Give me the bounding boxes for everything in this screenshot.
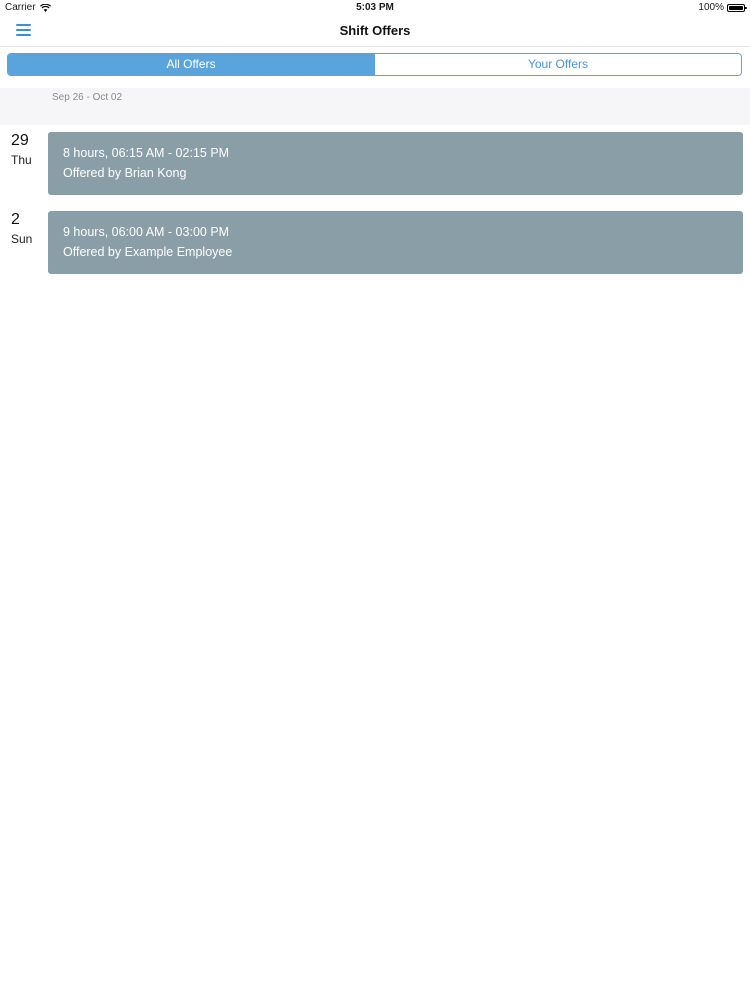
shift-offered-by: Offered by Example Employee <box>63 245 233 259</box>
day-number: 2 <box>11 211 20 228</box>
shift-row: 2 Sun 9 hours, 06:00 AM - 03:00 PM Offer… <box>0 211 750 275</box>
battery-icon <box>727 3 747 12</box>
shift-hours: 8 hours, 06:15 AM - 02:15 PM <box>63 146 230 160</box>
shift-row: 29 Thu 8 hours, 06:15 AM - 02:15 PM Offe… <box>0 132 750 196</box>
shift-offer-card[interactable]: 8 hours, 06:15 AM - 02:15 PM Offered by … <box>48 132 743 195</box>
day-name: Thu <box>11 153 32 167</box>
tab-all-offers[interactable]: All Offers <box>8 54 374 75</box>
status-bar: Carrier 5:03 PM 100% <box>0 0 750 15</box>
nav-bar: Shift Offers <box>0 15 750 47</box>
day-number: 29 <box>11 132 29 149</box>
day-column: 29 Thu <box>11 132 47 167</box>
offers-segmented-control: All Offers Your Offers <box>7 53 742 76</box>
status-right: 100% <box>698 0 747 15</box>
page-title: Shift Offers <box>339 23 411 38</box>
week-header: Sep 26 - Oct 02 <box>0 88 750 125</box>
week-range: Sep 26 - Oct 02 <box>52 92 123 103</box>
day-column: 2 Sun <box>11 211 47 246</box>
day-name: Sun <box>11 232 33 246</box>
tab-your-offers[interactable]: Your Offers <box>374 54 741 75</box>
battery-percent: 100% <box>698 2 724 13</box>
shift-hours: 9 hours, 06:00 AM - 03:00 PM <box>63 225 230 239</box>
status-time: 5:03 PM <box>356 2 394 13</box>
shift-offered-by: Offered by Brian Kong <box>63 166 187 180</box>
shift-offer-card[interactable]: 9 hours, 06:00 AM - 03:00 PM Offered by … <box>48 211 743 274</box>
